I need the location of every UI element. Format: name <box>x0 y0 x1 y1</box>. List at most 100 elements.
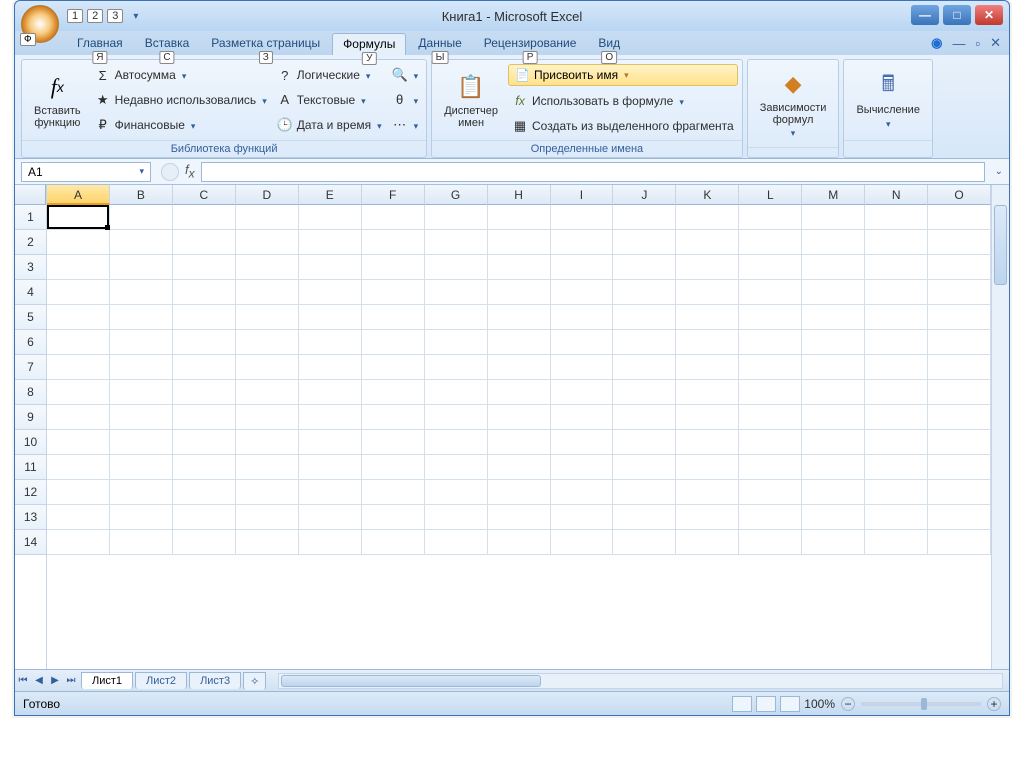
ribbon-minimize-icon[interactable]: — <box>952 36 965 51</box>
row-header-7[interactable]: 7 <box>15 355 46 380</box>
zoom-out-button[interactable]: − <box>841 697 855 711</box>
row-header-12[interactable]: 12 <box>15 480 46 505</box>
key-tip: С <box>159 51 174 64</box>
use-in-formula-button[interactable]: fx Использовать в формуле <box>508 91 738 111</box>
key-tip: Ы <box>432 51 449 64</box>
name-box[interactable]: A1▾ <box>21 162 151 182</box>
col-header-L[interactable]: L <box>739 185 802 205</box>
maximize-button[interactable]: □ <box>943 5 971 25</box>
tab-Рецензирование[interactable]: РецензированиеР <box>474 33 587 55</box>
formula-input[interactable] <box>201 162 985 182</box>
sheet-nav-prev-icon[interactable]: ◀ <box>31 672 47 690</box>
tab-Главная[interactable]: ГлавнаяЯ <box>67 33 133 55</box>
zoom-level[interactable]: 100% <box>804 697 835 711</box>
create-from-selection-button[interactable]: ▦ Создать из выделенного фрагмента <box>508 116 738 136</box>
Финансовые-button[interactable]: ₽Финансовые <box>91 115 271 135</box>
zoom-slider[interactable] <box>861 702 981 706</box>
🔍-button[interactable]: 🔍 <box>388 65 423 85</box>
row-header-8[interactable]: 8 <box>15 380 46 405</box>
sheet-nav-next-icon[interactable]: ▶ <box>47 672 63 690</box>
sheet-tab-Лист3[interactable]: Лист3 <box>189 672 241 689</box>
vscroll-thumb[interactable] <box>994 205 1007 285</box>
row-header-10[interactable]: 10 <box>15 430 46 455</box>
tab-Разметка страницы[interactable]: Разметка страницыЗ <box>201 33 330 55</box>
ribbon-right-controls: ◉ — ▫ ✕ <box>931 35 1001 51</box>
Текстовые-button[interactable]: AТекстовые <box>273 90 386 110</box>
sheet-tab-Лист1[interactable]: Лист1 <box>81 672 133 689</box>
col-header-N[interactable]: N <box>865 185 928 205</box>
expand-formula-bar-icon[interactable]: ⌄ <box>995 166 1003 177</box>
row-header-14[interactable]: 14 <box>15 530 46 555</box>
col-header-D[interactable]: D <box>236 185 299 205</box>
office-button[interactable]: Ф <box>21 5 59 43</box>
col-header-H[interactable]: H <box>488 185 551 205</box>
cancel-icon[interactable] <box>161 163 179 181</box>
col-header-J[interactable]: J <box>613 185 676 205</box>
defined-names-group: 📋 Диспетчер имен 📄 Присвоить имя▾ fx Исп… <box>431 59 742 158</box>
col-header-E[interactable]: E <box>299 185 362 205</box>
Логические-button[interactable]: ?Логические <box>273 65 386 85</box>
col-header-O[interactable]: O <box>928 185 991 205</box>
new-sheet-button[interactable]: ✧ <box>243 672 266 690</box>
minimize-button[interactable]: — <box>911 5 939 25</box>
key-tip: Я <box>92 51 107 64</box>
⋯-button[interactable]: ⋯ <box>388 115 423 135</box>
row-header-1[interactable]: 1 <box>15 205 46 230</box>
sheet-nav-last-icon[interactable]: ⏭ <box>63 672 79 690</box>
select-all-corner[interactable] <box>15 185 46 205</box>
horizontal-scrollbar[interactable] <box>278 673 1003 689</box>
assign-name-button[interactable]: 📄 Присвоить имя▾ <box>508 64 738 86</box>
col-header-B[interactable]: B <box>110 185 173 205</box>
group-title-defined-names: Определенные имена <box>432 140 741 157</box>
fx-label-icon[interactable]: fx <box>185 162 195 181</box>
col-header-A[interactable]: A <box>47 185 110 205</box>
name-manager-button[interactable]: 📋 Диспетчер имен <box>436 64 506 136</box>
qat-dropdown-icon[interactable]: ▾ <box>133 11 138 22</box>
close-button[interactable]: ✕ <box>975 5 1003 25</box>
hscroll-thumb[interactable] <box>281 675 541 687</box>
row-header-9[interactable]: 9 <box>15 405 46 430</box>
tab-Формулы[interactable]: ФормулыУ <box>332 33 406 55</box>
tab-Вставка[interactable]: ВставкаС <box>135 33 200 55</box>
formula-auditing-button[interactable]: ◆ Зависимости формул ▾ <box>752 64 835 143</box>
qat-key-3[interactable]: 3 <box>107 9 123 23</box>
qat-key-1[interactable]: 1 <box>67 9 83 23</box>
insert-function-button[interactable]: fx Вставить функцию <box>26 64 89 136</box>
col-header-I[interactable]: I <box>551 185 614 205</box>
θ-button[interactable]: θ <box>388 90 423 110</box>
page-layout-view-button[interactable] <box>756 696 776 712</box>
tab-Вид[interactable]: ВидО <box>588 33 630 55</box>
col-header-M[interactable]: M <box>802 185 865 205</box>
col-header-K[interactable]: K <box>676 185 739 205</box>
row-header-4[interactable]: 4 <box>15 280 46 305</box>
page-break-view-button[interactable] <box>780 696 800 712</box>
formula-bar-row: A1▾ fx ⌄ <box>15 159 1009 185</box>
col-header-G[interactable]: G <box>425 185 488 205</box>
row-header-13[interactable]: 13 <box>15 505 46 530</box>
normal-view-button[interactable] <box>732 696 752 712</box>
row-header-5[interactable]: 5 <box>15 305 46 330</box>
formula-auditing-group: ◆ Зависимости формул ▾ <box>747 59 840 158</box>
col-header-F[interactable]: F <box>362 185 425 205</box>
sheet-tab-Лист2[interactable]: Лист2 <box>135 672 187 689</box>
Дата и время-button[interactable]: 🕒Дата и время <box>273 115 386 135</box>
Автосумма-button[interactable]: ΣАвтосумма <box>91 65 271 85</box>
row-header-3[interactable]: 3 <box>15 255 46 280</box>
doc-restore-icon[interactable]: ▫ <box>975 36 980 51</box>
sheet-nav-first-icon[interactable]: ⏮ <box>15 672 31 690</box>
cells-area[interactable] <box>47 205 991 555</box>
icon: A <box>277 92 293 108</box>
row-header-11[interactable]: 11 <box>15 455 46 480</box>
row-header-2[interactable]: 2 <box>15 230 46 255</box>
qat-key-2[interactable]: 2 <box>87 9 103 23</box>
col-header-C[interactable]: C <box>173 185 236 205</box>
Недавно использовались-button[interactable]: ★Недавно использовались <box>91 90 271 110</box>
key-tip: У <box>362 52 376 65</box>
help-icon[interactable]: ◉ <box>931 35 942 51</box>
vertical-scrollbar[interactable] <box>991 185 1009 669</box>
row-header-6[interactable]: 6 <box>15 330 46 355</box>
doc-close-icon[interactable]: ✕ <box>990 35 1001 51</box>
tab-Данные[interactable]: ДанныеЫ <box>408 33 471 55</box>
zoom-in-button[interactable]: + <box>987 697 1001 711</box>
calculation-button[interactable]: 🖩 Вычисление ▾ <box>848 64 928 136</box>
